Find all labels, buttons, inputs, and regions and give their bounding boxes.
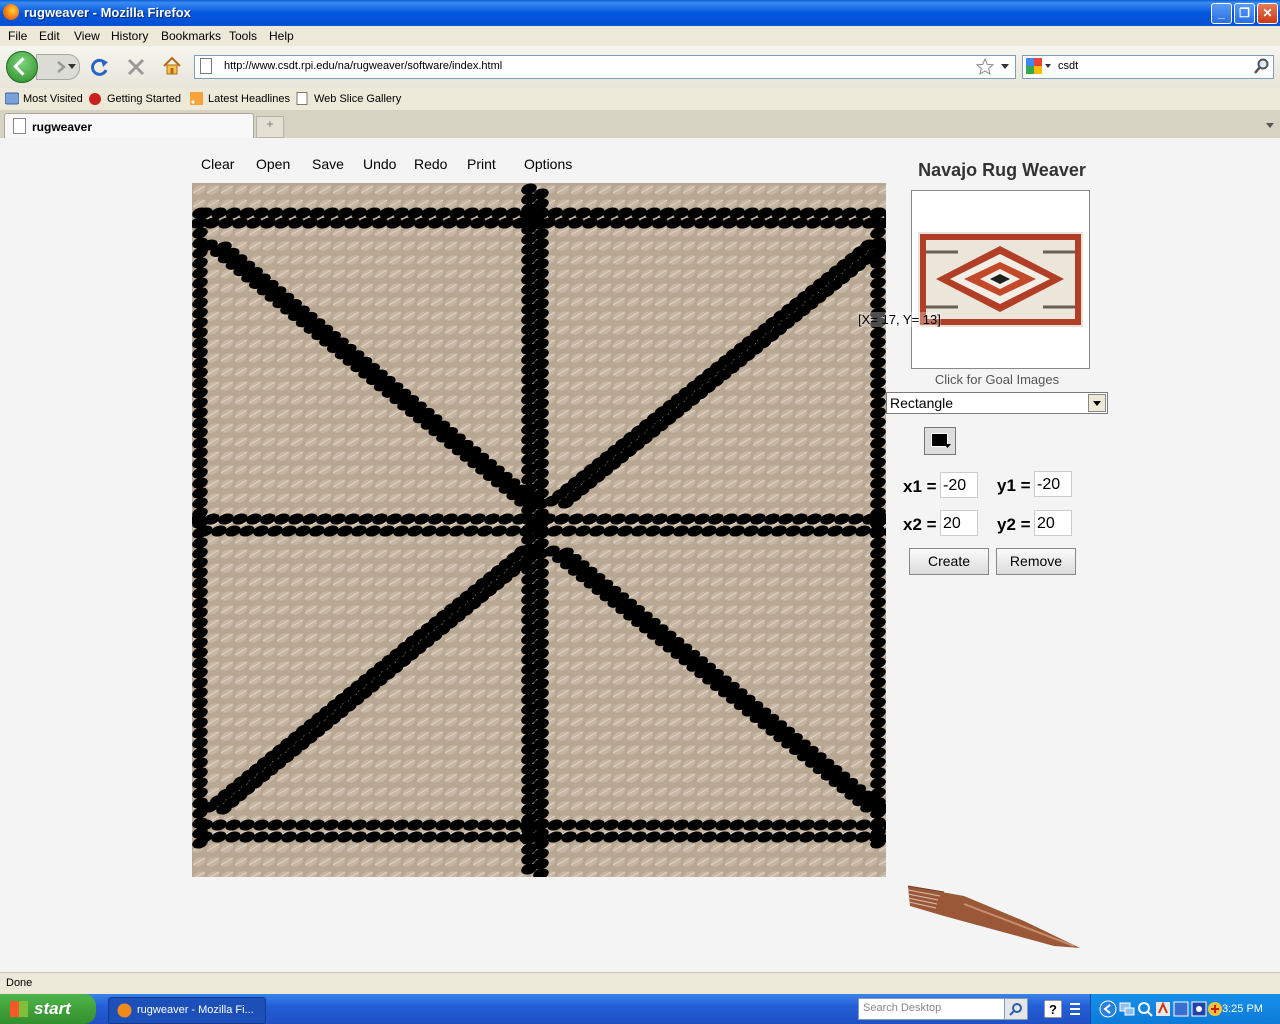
window-title: rugweaver - Mozilla Firefox — [24, 5, 191, 20]
shape-select[interactable]: Rectangle — [886, 392, 1108, 414]
y2-input[interactable]: 20 — [1034, 510, 1072, 536]
weaving-comb-image — [907, 885, 1080, 948]
taskbar-item-label: rugweaver - Mozilla Fi... — [137, 1004, 254, 1016]
options-button[interactable]: Options — [524, 156, 572, 172]
rss-feed-icon — [190, 92, 203, 105]
bookmark-most-visited[interactable]: Most Visited — [23, 93, 83, 105]
redo-button[interactable]: Redo — [414, 156, 447, 172]
tray-app-icon[interactable] — [1207, 1001, 1223, 1017]
undo-button[interactable]: Undo — [363, 156, 396, 172]
x1-input[interactable]: -20 — [940, 472, 978, 498]
menu-edit[interactable]: Edit — [39, 29, 60, 43]
desktop-search-placeholder: Search Desktop — [863, 1002, 942, 1014]
status-bar: Done — [0, 972, 1280, 995]
open-button[interactable]: Open — [256, 156, 290, 172]
close-button[interactable]: ✕ — [1257, 3, 1278, 24]
help-icon[interactable]: ? — [1044, 1000, 1062, 1018]
tab-list-arrow-icon[interactable] — [1264, 120, 1276, 130]
antivirus-icon[interactable] — [1155, 1001, 1171, 1017]
chevron-right-icon — [57, 61, 66, 73]
taskbar-options-icon[interactable] — [1068, 1000, 1082, 1018]
start-button[interactable]: start — [0, 994, 96, 1024]
menu-view[interactable]: View — [74, 29, 100, 43]
tab-rugweaver[interactable]: rugweaver — [4, 113, 254, 139]
tab-label: rugweaver — [32, 120, 93, 134]
start-label: start — [34, 999, 71, 1018]
shape-select-value: Rectangle — [890, 395, 954, 411]
page-icon — [296, 92, 308, 105]
x2-input[interactable]: 20 — [940, 510, 978, 536]
x2-label: x2 = — [903, 515, 937, 534]
taskbar-item-firefox[interactable]: rugweaver - Mozilla Fi... — [108, 997, 266, 1024]
title-bar: rugweaver - Mozilla Firefox _ ❐ ✕ — [0, 0, 1280, 26]
minimize-button[interactable]: _ — [1211, 3, 1232, 24]
google-icon[interactable] — [1026, 58, 1054, 74]
windows-logo-icon — [10, 1001, 28, 1017]
search-input[interactable]: csdt — [1058, 60, 1078, 72]
create-button[interactable]: Create — [909, 548, 989, 575]
bookmark-getting-started[interactable]: Getting Started — [107, 93, 181, 105]
goal-rug-image[interactable] — [918, 232, 1083, 327]
forward-button[interactable] — [36, 54, 80, 80]
weaving-canvas[interactable] — [192, 183, 886, 877]
menu-tools[interactable]: Tools — [229, 29, 257, 43]
status-text: Done — [6, 977, 33, 989]
messenger-icon[interactable] — [1173, 1001, 1189, 1017]
restore-button[interactable]: ❐ — [1234, 3, 1255, 24]
new-tab-button[interactable]: + — [256, 116, 284, 138]
firefox-logo-icon — [3, 4, 19, 20]
y1-label: y1 = — [997, 476, 1031, 495]
back-button[interactable] — [6, 51, 38, 83]
clear-button[interactable]: Clear — [201, 156, 234, 172]
svg-text:?: ? — [1049, 1002, 1057, 1017]
goal-images-caption[interactable]: Click for Goal Images — [912, 372, 1082, 387]
bookmark-web-slice-gallery[interactable]: Web Slice Gallery — [314, 93, 401, 105]
desktop-search-input[interactable]: Search Desktop — [858, 998, 1006, 1020]
stop-icon[interactable] — [126, 57, 146, 77]
home-icon[interactable] — [162, 56, 182, 76]
page-icon — [200, 58, 212, 74]
security-center-icon[interactable] — [1191, 1001, 1207, 1017]
clock: 3:25 PM — [1222, 1003, 1263, 1015]
remove-button[interactable]: Remove — [996, 548, 1076, 575]
color-picker-button[interactable] — [924, 427, 956, 455]
search-icon[interactable] — [1137, 1001, 1153, 1017]
show-hidden-icons-icon[interactable] — [1099, 1000, 1117, 1018]
menu-history[interactable]: History — [111, 29, 148, 43]
most-visited-icon — [5, 92, 19, 105]
page-title: Navajo Rug Weaver — [918, 160, 1086, 180]
reload-icon[interactable] — [88, 56, 110, 78]
menu-bookmarks[interactable]: Bookmarks — [161, 29, 221, 43]
url-text[interactable]: http://www.csdt.rpi.edu/na/rugweaver/sof… — [224, 60, 502, 72]
menu-bar: File Edit View History Bookmarks Tools H… — [0, 26, 1280, 46]
y2-label: y2 = — [997, 515, 1031, 534]
print-button[interactable]: Print — [467, 156, 496, 172]
y1-input[interactable]: -20 — [1034, 471, 1072, 497]
firefox-logo-icon — [117, 1003, 132, 1018]
menu-file[interactable]: File — [8, 29, 27, 43]
coordinate-tooltip: [X= 17, Y= 13] — [858, 312, 941, 327]
dropdown-arrow-icon — [944, 444, 951, 448]
bookmark-star-icon[interactable] — [976, 58, 994, 75]
bookmarks-toolbar: Most Visited Getting Started Latest Head… — [0, 88, 1280, 111]
search-icon[interactable] — [1254, 58, 1270, 74]
network-icon[interactable] — [1119, 1001, 1135, 1017]
dropdown-arrow-icon — [68, 64, 76, 69]
save-button[interactable]: Save — [312, 156, 344, 172]
chevron-down-icon[interactable] — [1088, 394, 1106, 412]
menu-help[interactable]: Help — [269, 29, 294, 43]
url-history-arrow-icon[interactable] — [1001, 64, 1009, 70]
page-icon — [13, 118, 26, 134]
bookmark-latest-headlines[interactable]: Latest Headlines — [208, 93, 290, 105]
desktop-search-button[interactable] — [1004, 998, 1028, 1020]
search-icon — [1009, 1003, 1022, 1016]
x1-label: x1 = — [903, 477, 937, 496]
getting-started-icon — [89, 93, 101, 105]
